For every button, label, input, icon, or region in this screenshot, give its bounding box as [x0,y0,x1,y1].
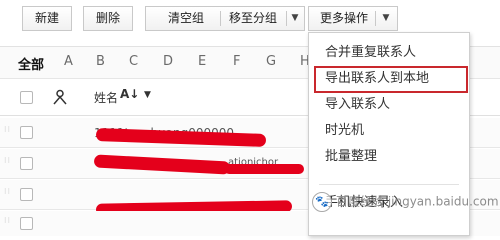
group-actions-button-group: 清空组 移至分组 ▼ [145,6,305,31]
menu-item-batch-organize[interactable]: 批量整理 [309,145,469,169]
row-checkbox[interactable] [20,126,33,139]
filter-letter[interactable]: G [266,54,276,69]
new-button-label: 新建 [34,11,59,25]
clear-group-label: 清空组 [167,11,204,25]
redaction-mark [95,128,267,147]
drag-handle-icon[interactable]: ⁝⁝ [4,157,10,169]
redaction-mark [93,154,231,175]
filter-letter[interactable]: B [96,54,105,69]
move-to-group-label: 移至分组 [228,11,277,25]
delete-button-label: 删除 [95,11,120,25]
paw-icon: 🐾 [312,192,332,212]
filter-letter[interactable]: E [198,54,206,69]
filter-letter[interactable]: C [129,54,138,69]
chevron-down-icon[interactable]: ▼ [290,7,300,30]
drag-handle-icon[interactable]: ⁝⁝ [4,217,10,229]
redaction-mark [224,164,304,174]
person-icon[interactable] [52,89,68,105]
move-to-group-button[interactable]: 移至分组 [223,7,283,30]
watermark-text: 百度经验 jingyan.baidu.com [336,194,499,209]
menu-item-merge-duplicates[interactable]: 合并重复联系人 [309,41,469,65]
filter-letter[interactable]: A [64,54,73,69]
watermark: 🐾 百度经验 jingyan.baidu.com [312,192,499,216]
menu-item-time-machine[interactable]: 时光机 [309,119,469,143]
row-checkbox[interactable] [20,188,33,201]
more-actions-label: 更多操作 [319,11,368,25]
chevron-down-icon[interactable]: ▼ [381,7,391,30]
menu-item-import-contacts[interactable]: 导入联系人 [309,93,469,117]
clear-group-button[interactable]: 清空组 [156,7,216,30]
new-button[interactable]: 新建 [22,6,72,31]
chevron-down-icon[interactable]: ▼ [144,90,151,100]
drag-handle-icon[interactable]: ⁝⁝ [4,188,10,200]
row-checkbox[interactable] [20,217,33,230]
select-all-checkbox[interactable] [20,91,33,104]
sort-az-icon[interactable]: A↓ [120,87,139,101]
filter-all[interactable]: 全部 [18,54,44,73]
name-column-header[interactable]: 姓名 [94,89,118,106]
row-checkbox[interactable] [20,157,33,170]
filter-letter[interactable]: D [163,54,173,69]
filter-letter[interactable]: F [233,54,240,69]
menu-divider [319,184,459,185]
divider [220,11,221,26]
delete-button[interactable]: 删除 [83,6,133,31]
drag-handle-icon[interactable]: ⁝⁝ [4,126,10,138]
highlight-box [314,66,468,93]
divider [375,11,376,26]
divider [286,11,287,26]
more-actions-button[interactable]: 更多操作 ▼ [308,6,398,31]
